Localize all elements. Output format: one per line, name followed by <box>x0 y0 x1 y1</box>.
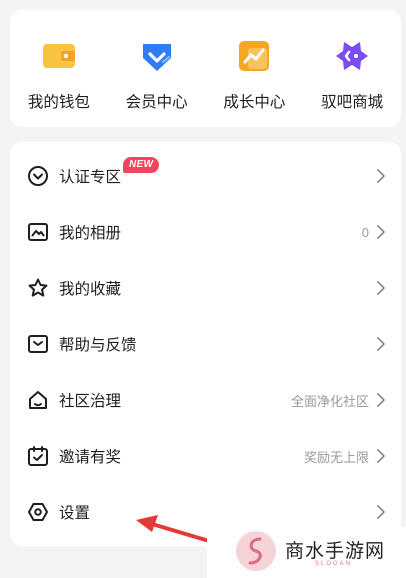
chevron-right-icon <box>376 336 386 352</box>
calendar-check-icon <box>27 445 49 467</box>
menu-item-label: 设置 <box>59 505 91 522</box>
feedback-icon <box>27 333 49 355</box>
menu-item-favorites[interactable]: 我的收藏 <box>10 260 401 316</box>
shop-icon <box>336 42 369 70</box>
quick-action-label: 成长中心 <box>223 94 286 111</box>
quick-action-member-center[interactable]: 会员中心 <box>108 10 206 127</box>
menu-item-label: 帮助与反馈 <box>59 337 137 354</box>
menu-item-label: 邀请有奖 <box>59 449 122 466</box>
wallet-icon <box>42 44 75 68</box>
settings-hexagon-icon <box>27 501 49 523</box>
menu-item-verification[interactable]: 认证专区 NEW <box>10 148 401 204</box>
quick-action-label: 驭吧商城 <box>321 94 384 111</box>
watermark-logo-icon <box>236 531 276 571</box>
chevron-right-icon <box>376 392 386 408</box>
menu-item-label: 社区治理 <box>59 393 122 410</box>
quick-actions-card: 我的钱包 会员中心 成长中心 驭吧商城 <box>10 10 401 127</box>
chevron-right-icon <box>376 504 386 520</box>
invite-subtitle: 奖励无上限 <box>303 449 369 465</box>
star-icon <box>27 277 49 299</box>
menu-item-album[interactable]: 我的相册 0 <box>10 204 401 260</box>
menu-item-label: 我的相册 <box>59 225 122 242</box>
album-icon <box>27 221 49 243</box>
quick-action-growth-center[interactable]: 成长中心 <box>206 10 304 127</box>
chevron-right-icon <box>376 280 386 296</box>
verified-chevron-icon <box>27 165 49 187</box>
menu-item-help-feedback[interactable]: 帮助与反馈 <box>10 316 401 372</box>
quick-action-shop[interactable]: 驭吧商城 <box>303 10 401 127</box>
quick-action-label: 会员中心 <box>125 94 188 111</box>
watermark-text: 商水手游网 <box>285 541 386 562</box>
menu-item-label: 我的收藏 <box>59 281 122 298</box>
member-badge-icon <box>142 44 171 71</box>
menu-list-card: 认证专区 NEW 我的相册 0 我的收藏 帮助与反馈 社区治理 全面净化社区 邀… <box>10 142 401 546</box>
menu-item-invite-rewards[interactable]: 邀请有奖 奖励无上限 <box>10 428 401 484</box>
quick-action-label: 我的钱包 <box>27 94 90 111</box>
chevron-right-icon <box>376 448 386 464</box>
community-subtitle: 全面净化社区 <box>290 393 369 409</box>
watermark: 商水手游网 SLOGAN <box>207 527 406 578</box>
chevron-right-icon <box>376 224 386 240</box>
community-house-icon <box>27 389 49 411</box>
album-count: 0 <box>361 224 369 240</box>
new-badge: NEW <box>123 157 160 173</box>
quick-action-wallet[interactable]: 我的钱包 <box>10 10 108 127</box>
menu-item-community-governance[interactable]: 社区治理 全面净化社区 <box>10 372 401 428</box>
chevron-right-icon <box>376 168 386 184</box>
growth-chart-icon <box>239 41 270 71</box>
menu-item-label: 认证专区 <box>59 169 122 186</box>
watermark-subtext: SLOGAN <box>315 561 353 567</box>
